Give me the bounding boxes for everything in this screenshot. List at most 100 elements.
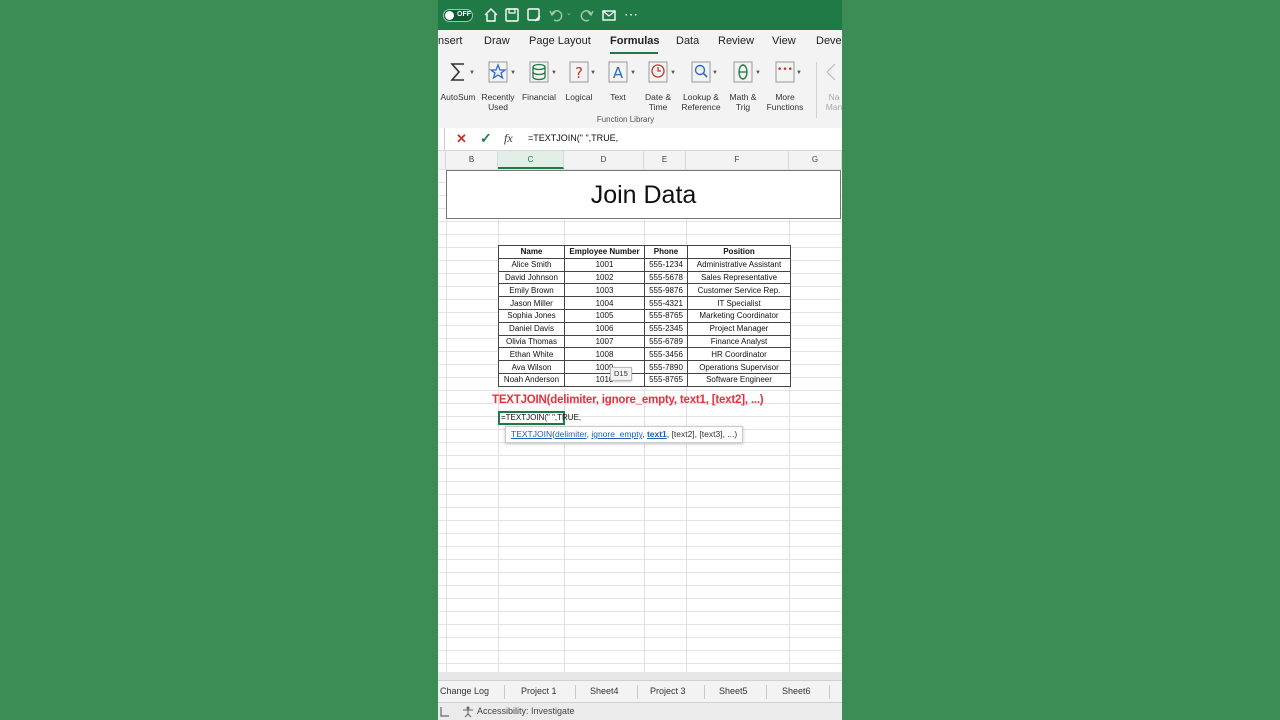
recently-used-button[interactable]: Recently Used [480, 60, 516, 112]
save-as-icon[interactable] [526, 7, 542, 23]
sheet-tab-sheet6[interactable]: Sheet6 [782, 686, 811, 696]
undo-dropdown-icon[interactable]: ⌄ [566, 9, 572, 17]
tab-data[interactable]: Data [676, 35, 699, 47]
name-box-handle[interactable] [438, 128, 445, 150]
cancel-icon[interactable]: ✕ [456, 131, 467, 147]
row-name-cell[interactable]: Emily Brown [498, 283, 565, 298]
row-name-cell[interactable]: Alice Smith [498, 257, 565, 272]
row-phone-cell[interactable]: 555-9876 [644, 283, 688, 298]
tooltip-arg-text1[interactable]: text1 [647, 429, 667, 439]
sheet-tab-sheet5[interactable]: Sheet5 [719, 686, 748, 696]
row-position-cell[interactable]: Operations Supervisor [687, 360, 791, 374]
autosum-button[interactable]: AutoSum [440, 60, 476, 102]
row-employee-number-cell[interactable]: 1003 [564, 283, 645, 298]
row-name-cell[interactable]: Daniel Davis [498, 321, 565, 336]
function-arguments-tooltip[interactable]: TEXTJOIN(delimiter, ignore_empty, text1,… [505, 426, 744, 443]
row-phone-cell[interactable]: 555-6789 [644, 334, 688, 349]
row-name-cell[interactable]: Ethan White [498, 347, 565, 362]
row-phone-cell[interactable]: 555-3456 [644, 347, 688, 362]
name-manager-button[interactable]: Na Man [822, 60, 842, 112]
column-header-d[interactable]: D [564, 151, 644, 169]
title-cell[interactable]: Join Data [446, 170, 841, 219]
row-position-cell[interactable]: Administrative Assistant [687, 257, 791, 272]
tab-draw[interactable]: Draw [484, 35, 510, 47]
horizontal-scrollbar[interactable] [438, 672, 842, 680]
more-functions-dropdown-icon[interactable]: ▼ [796, 70, 802, 76]
header-name[interactable]: Name [498, 245, 565, 259]
row-phone-cell[interactable]: 555-1234 [644, 257, 688, 272]
column-header-e[interactable]: E [644, 151, 686, 169]
row-employee-number-cell[interactable]: 1009 [564, 360, 645, 374]
autosum-dropdown-icon[interactable]: ▼ [469, 70, 475, 76]
row-name-cell[interactable]: David Johnson [498, 270, 565, 285]
tooltip-arg-ignore-empty[interactable]: ignore_empty [591, 429, 642, 439]
sheet-tab-project-3[interactable]: Project 3 [650, 686, 686, 696]
column-header-g[interactable]: G [789, 151, 842, 169]
redo-icon[interactable] [579, 7, 595, 23]
column-header-c[interactable]: C [498, 151, 564, 169]
tab-review[interactable]: Review [718, 35, 754, 47]
header-employee-number[interactable]: Employee Number [564, 245, 645, 259]
row-phone-cell[interactable]: 555-8765 [644, 308, 688, 323]
tab-insert[interactable]: nsert [438, 35, 462, 47]
row-position-cell[interactable]: Software Engineer [687, 372, 791, 387]
row-employee-number-cell[interactable]: 1004 [564, 296, 645, 310]
tab-developer[interactable]: Deve [816, 35, 842, 47]
lookup-dropdown-icon[interactable]: ▼ [712, 70, 718, 76]
row-position-cell[interactable]: IT Specialist [687, 296, 791, 310]
sheet-tab-change-log[interactable]: Change Log [440, 686, 489, 696]
save-icon[interactable] [504, 7, 520, 23]
row-name-cell[interactable]: Sophia Jones [498, 308, 565, 323]
row-employee-number-cell[interactable]: 1006 [564, 321, 645, 336]
lookup-reference-button[interactable]: Lookup & Reference [680, 60, 722, 112]
math-trig-button[interactable]: Math & Trig [725, 60, 761, 112]
active-cell[interactable]: =TEXTJOIN(" ",TRUE, [498, 411, 581, 425]
row-phone-cell[interactable]: 555-2345 [644, 321, 688, 336]
tab-view[interactable]: View [772, 35, 796, 47]
row-phone-cell[interactable]: 555-4321 [644, 296, 688, 310]
logical-dropdown-icon[interactable]: ▼ [590, 70, 596, 76]
row-position-cell[interactable]: Customer Service Rep. [687, 283, 791, 298]
sheet-tab-sheet4[interactable]: Sheet4 [590, 686, 619, 696]
logical-button[interactable]: ? Logical [562, 60, 596, 102]
header-phone[interactable]: Phone [644, 245, 688, 259]
mail-icon[interactable] [601, 7, 617, 23]
enter-check-icon[interactable]: ✓ [480, 130, 492, 147]
select-all-corner[interactable] [438, 151, 446, 169]
formula-input[interactable]: =TEXTJOIN(" ",TRUE, [528, 133, 618, 143]
text-button[interactable]: A Text [601, 60, 635, 102]
tab-formulas[interactable]: Formulas [610, 35, 660, 47]
undo-icon[interactable] [548, 7, 564, 23]
row-position-cell[interactable]: Project Manager [687, 321, 791, 336]
date-time-dropdown-icon[interactable]: ▼ [670, 70, 676, 76]
row-position-cell[interactable]: Marketing Coordinator [687, 308, 791, 323]
row-phone-cell[interactable]: 555-8765 [644, 372, 688, 387]
more-icon[interactable]: ⋯ [624, 6, 638, 23]
row-employee-number-cell[interactable]: 1010 [564, 372, 645, 387]
row-employee-number-cell[interactable]: 1008 [564, 347, 645, 362]
autosave-toggle[interactable]: OFF [443, 9, 473, 22]
home-icon[interactable] [483, 7, 499, 23]
text-dropdown-icon[interactable]: ▼ [630, 70, 636, 76]
row-employee-number-cell[interactable]: 1005 [564, 308, 645, 323]
tooltip-arg-delimiter[interactable]: delimiter [555, 429, 587, 439]
header-position[interactable]: Position [687, 245, 791, 259]
row-position-cell[interactable]: Sales Representative [687, 270, 791, 285]
row-phone-cell[interactable]: 555-5678 [644, 270, 688, 285]
row-name-cell[interactable]: Noah Anderson [498, 372, 565, 387]
accessibility-icon[interactable] [462, 706, 474, 718]
row-position-cell[interactable]: HR Coordinator [687, 347, 791, 362]
row-employee-number-cell[interactable]: 1007 [564, 334, 645, 349]
more-functions-button[interactable]: ••• More Functions [764, 60, 806, 112]
row-position-cell[interactable]: Finance Analyst [687, 334, 791, 349]
row-employee-number-cell[interactable]: 1001 [564, 257, 645, 272]
recently-used-dropdown-icon[interactable]: ▼ [510, 70, 516, 76]
row-name-cell[interactable]: Ava Wilson [498, 360, 565, 374]
sheet-view-icon[interactable] [440, 706, 450, 717]
accessibility-status[interactable]: Accessibility: Investigate [477, 706, 575, 716]
insert-function-icon[interactable]: fx [504, 131, 513, 146]
column-header-b[interactable]: B [446, 151, 498, 169]
date-time-button[interactable]: Date & Time [640, 60, 676, 112]
row-name-cell[interactable]: Jason Miller [498, 296, 565, 310]
financial-dropdown-icon[interactable]: ▼ [551, 70, 557, 76]
